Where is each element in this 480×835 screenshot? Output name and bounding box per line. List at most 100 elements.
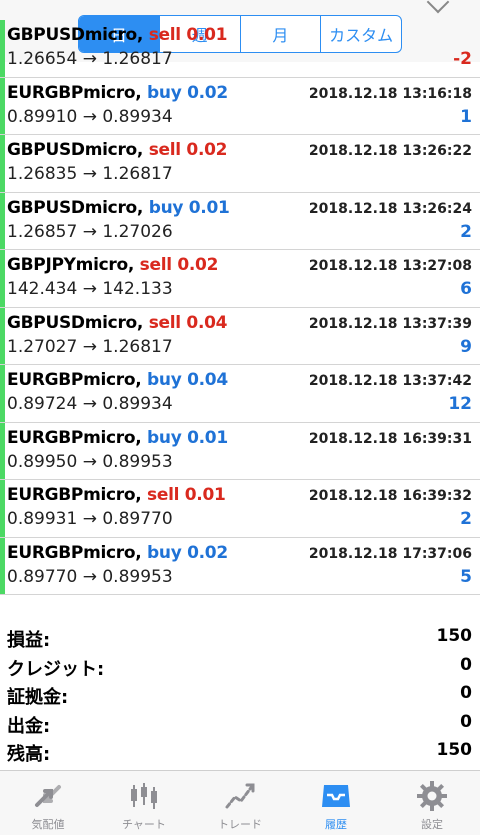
position-indicator (0, 192, 5, 249)
summary-label: 出金: (7, 715, 51, 737)
symbol-name: GBPUSDmicro, (7, 140, 144, 160)
trade-side: buy 0.02 (147, 542, 228, 563)
trade-side: sell 0.01 (147, 485, 226, 505)
summary-label: クレジット: (7, 658, 105, 680)
trade-prices: 0.89770 → 0.89953 (7, 566, 173, 587)
symbol-name: GBPUSDmicro, (7, 25, 144, 45)
trade-row[interactable]: GBPUSDmicro, sell 0.04 2018.12.18 13:37:3… (0, 307, 480, 365)
symbol-name: EURGBPmicro, (7, 427, 142, 448)
trade-symbol: EURGBPmicro, sell 0.01 (7, 485, 226, 505)
trade-time: 2018.12.18 13:16:18 (308, 85, 472, 102)
summary-value: 150 (436, 626, 473, 646)
summary-value: 0 (460, 711, 472, 732)
position-indicator (0, 307, 5, 364)
trade-prices: 1.26857 → 1.27026 (7, 221, 173, 242)
trade-time: 2018.12.18 16:39:32 (308, 488, 472, 504)
summary-label: 残高: (7, 744, 51, 765)
trade-time: 2018.12.18 13:26:24 (308, 200, 472, 217)
trade-side: sell 0.01 (148, 25, 228, 45)
summary-label: 証拠金: (7, 687, 69, 708)
trade-side: sell 0.02 (139, 255, 219, 275)
trade-prices: 0.89931 → 0.89770 (7, 509, 173, 529)
tab-label: 気配値 (31, 818, 65, 831)
trade-prices: 142.434 → 142.133 (7, 279, 173, 299)
trade-profit: 12 (448, 394, 472, 414)
tab-label: チャート (122, 818, 166, 831)
tab-history[interactable]: 履歴 (288, 771, 384, 835)
trade-prices: 0.89910 → 0.89934 (7, 106, 173, 127)
trade-row[interactable]: GBPUSDmicro, sell 0.02 2018.12.18 13:26:2… (0, 135, 480, 193)
trade-row[interactable]: EURGBPmicro, sell 0.01 2018.12.18 16:39:3… (0, 480, 480, 538)
history-icon (322, 785, 350, 807)
trade-symbol: GBPUSDmicro, sell 0.04 (7, 313, 227, 333)
position-indicator (0, 135, 5, 192)
bottom-tab-bar: 気配値 チャート トレード 履歴 設定 (0, 770, 480, 835)
trade-row[interactable]: EURGBPmicro, buy 0.04 2018.12.18 13:37:42… (0, 365, 480, 423)
trade-profit: 2 (460, 509, 472, 529)
trade-side: sell 0.02 (148, 140, 228, 160)
trade-side: buy 0.01 (147, 427, 228, 448)
symbol-name: EURGBPmicro, (7, 370, 142, 390)
summary-row-deposit: 証拠金: 0 (0, 681, 480, 710)
trade-symbol: GBPUSDmicro, sell 0.01 (7, 25, 227, 45)
tab-label: 履歴 (325, 818, 347, 831)
summary-label: 損益: (7, 630, 51, 651)
trade-prices: 0.89724 → 0.89934 (7, 394, 173, 414)
trade-row[interactable]: EURGBPmicro, buy 0.01 2018.12.18 16:39:31… (0, 422, 480, 480)
trade-prices: 1.26835 → 1.26817 (7, 164, 173, 184)
position-indicator (0, 20, 5, 77)
chart-icon (131, 783, 157, 809)
trade-profit: 6 (460, 279, 472, 299)
trade-prices: 1.26654 → 1.26817 (7, 49, 173, 69)
summary-row-withdrawal: 出金: 0 (0, 710, 480, 739)
chevron-icon (426, 0, 450, 14)
trade-profit: -2 (453, 49, 472, 69)
symbol-name: EURGBPmicro, (7, 542, 142, 563)
trade-row[interactable]: EURGBPmicro, buy 0.02 2018.12.18 17:37:06… (0, 537, 480, 595)
tab-chart[interactable]: チャート (96, 771, 192, 835)
trade-row[interactable]: GBPJPYmicro, sell 0.02 2018.12.18 13:27:0… (0, 250, 480, 308)
trade-row[interactable]: EURGBPmicro, buy 0.02 2018.12.18 13:16:18… (0, 77, 480, 135)
trade-row[interactable]: GBPUSDmicro, buy 0.01 2018.12.18 13:26:24… (0, 192, 480, 250)
trade-profit: 5 (460, 566, 472, 587)
symbol-name: EURGBPmicro, (7, 82, 142, 103)
trade-time: 2018.12.18 13:26:22 (308, 143, 472, 159)
summary-row-balance: 残高: 150 (0, 738, 480, 767)
symbol-name: GBPJPYmicro, (7, 255, 135, 275)
tab-label: 設定 (421, 818, 443, 831)
trade-side: buy 0.04 (147, 370, 228, 390)
summary-value: 0 (460, 654, 472, 675)
position-indicator (0, 422, 5, 479)
trade-profit: 9 (460, 336, 472, 357)
trade-side: buy 0.02 (147, 82, 228, 103)
trade-symbol: EURGBPmicro, buy 0.02 (7, 83, 228, 103)
summary-value: 0 (460, 683, 472, 703)
trade-row[interactable]: GBPUSDmicro, sell 0.01 1.26654 → 1.26817 -… (0, 20, 480, 78)
trade-time: 2018.12.18 17:37:06 (308, 545, 472, 562)
trade-side: buy 0.01 (148, 197, 230, 218)
tab-quotes[interactable]: 気配値 (0, 771, 96, 835)
trade-symbol: EURGBPmicro, buy 0.02 (7, 543, 228, 563)
position-indicator (0, 77, 5, 134)
tab-settings[interactable]: 設定 (384, 771, 480, 835)
summary-row-credit: クレジット: 0 (0, 653, 480, 682)
summary-value: 150 (436, 740, 473, 760)
summary-row-profit: 損益: 150 (0, 624, 480, 653)
tab-trade[interactable]: トレード (192, 771, 288, 835)
symbol-name: GBPUSDmicro, (7, 312, 144, 333)
symbol-name: EURGBPmicro, (7, 485, 142, 505)
trade-symbol: GBPUSDmicro, buy 0.01 (7, 198, 230, 218)
position-indicator (0, 537, 5, 594)
position-indicator (0, 250, 5, 307)
trade-symbol: EURGBPmicro, buy 0.01 (7, 428, 228, 448)
trade-time: 2018.12.18 16:39:31 (308, 430, 472, 447)
quotes-icon (35, 785, 61, 807)
trade-symbol: GBPUSDmicro, sell 0.02 (7, 140, 227, 160)
trade-time: 2018.12.18 13:37:42 (308, 373, 472, 389)
trade-prices: 0.89950 → 0.89953 (7, 451, 173, 472)
trade-symbol: GBPJPYmicro, sell 0.02 (7, 255, 218, 275)
trade-profit: 1 (460, 106, 472, 127)
position-indicator (0, 365, 5, 422)
trade-time: 2018.12.18 13:37:39 (308, 315, 472, 332)
trade-profit: 2 (460, 221, 472, 242)
